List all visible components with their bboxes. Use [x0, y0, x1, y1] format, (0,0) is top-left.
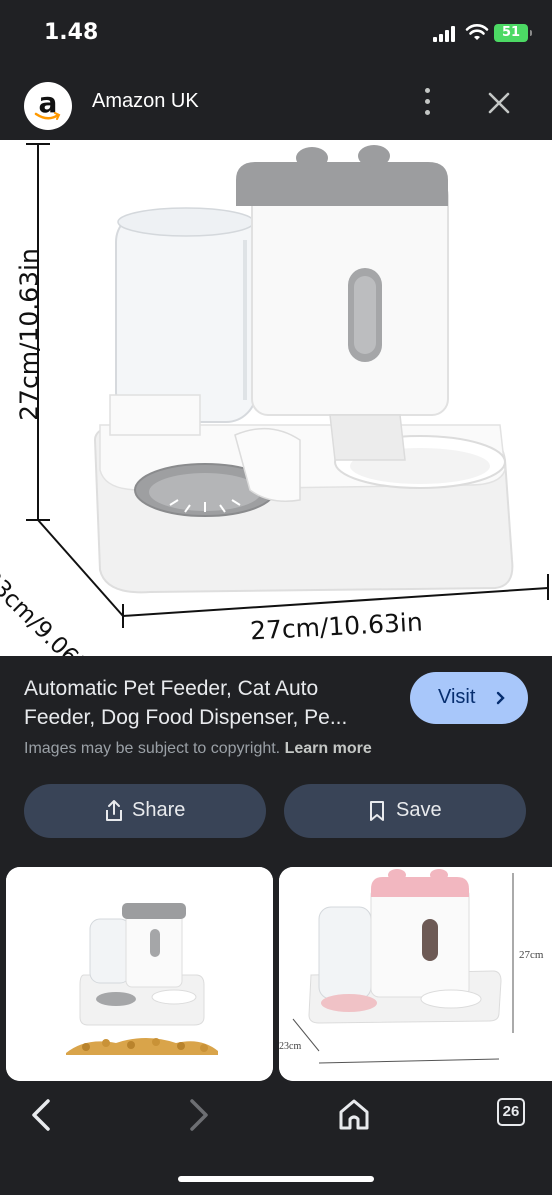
thumb2-depth-label: 23cm	[279, 1041, 302, 1052]
save-label: Save	[396, 799, 442, 821]
more-vertical-icon[interactable]	[414, 86, 442, 118]
pet-feeder-illustration	[26, 143, 549, 628]
learn-more-link[interactable]: Learn more	[285, 740, 372, 757]
save-button[interactable]: Save	[284, 784, 526, 838]
feeder-thumbnail	[6, 867, 273, 1081]
chevron-right-icon	[496, 691, 505, 705]
chevron-right-icon[interactable]	[178, 1095, 218, 1135]
visit-button[interactable]: Visit	[410, 672, 528, 724]
bottom-navigation: 26	[0, 1081, 552, 1195]
battery-indicator: 51	[494, 24, 532, 42]
related-image-1[interactable]	[6, 867, 273, 1081]
bookmark-icon	[370, 801, 384, 821]
pink-feeder-thumbnail	[279, 867, 552, 1081]
status-bar: 1.48 51	[0, 0, 552, 68]
share-icon	[106, 800, 122, 821]
related-image-2[interactable]: 27cm 23cm	[279, 867, 552, 1081]
height-dimension-label: 27cm/10.63in	[14, 248, 44, 421]
copyright-text: Images may be subject to copyright.	[24, 740, 281, 757]
result-title-line1: Automatic Pet Feeder, Cat Auto	[24, 677, 319, 700]
copyright-notice: Images may be subject to copyright. Lear…	[24, 740, 372, 758]
wifi-icon	[465, 24, 489, 40]
site-header: a Amazon UK	[0, 68, 552, 140]
home-indicator[interactable]	[178, 1176, 374, 1182]
status-time: 1.48	[44, 20, 99, 45]
chevron-left-icon[interactable]	[22, 1095, 62, 1135]
smile-icon	[34, 112, 61, 120]
amazon-logo: a	[24, 82, 72, 130]
product-image[interactable]: 27cm/10.63in 23cm/9.06in 27cm/10.63in	[0, 140, 552, 656]
result-title-line2: Feeder, Dog Food Dispenser, Pe...	[24, 706, 348, 729]
home-icon[interactable]	[334, 1095, 374, 1135]
signal-icon	[433, 26, 459, 42]
close-icon[interactable]	[484, 88, 514, 118]
site-name[interactable]: Amazon UK	[92, 90, 199, 113]
share-label: Share	[132, 799, 186, 821]
tabs-icon[interactable]: 26	[497, 1098, 525, 1126]
visit-label: Visit	[438, 686, 476, 708]
thumb2-height-label: 27cm	[519, 949, 544, 961]
share-button[interactable]: Share	[24, 784, 266, 838]
result-title[interactable]: Automatic Pet Feeder, Cat Auto Feeder, D…	[24, 674, 394, 732]
